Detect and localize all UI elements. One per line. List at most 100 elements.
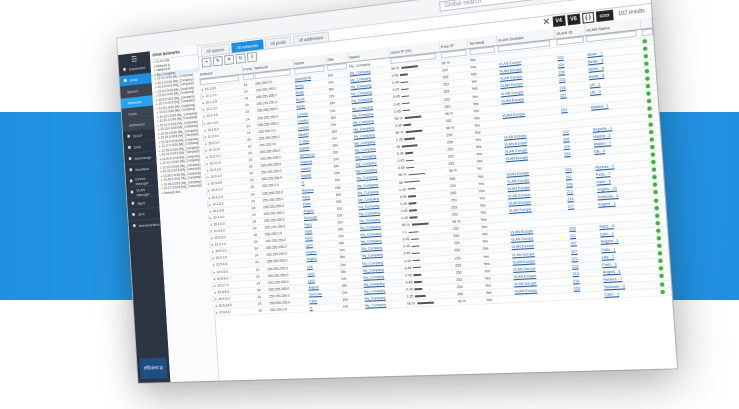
sidebar-item-label: Device Manager bbox=[135, 175, 149, 186]
used-text: 0.45 bbox=[405, 287, 414, 292]
edit-icon[interactable]: ✎ bbox=[212, 55, 223, 67]
sidebar-item-label: DNS bbox=[133, 144, 142, 150]
v4-toggle[interactable]: V4 bbox=[552, 14, 566, 27]
usage-bar bbox=[411, 237, 420, 240]
close-icon[interactable]: ✕ bbox=[542, 16, 551, 28]
usage-bar bbox=[412, 252, 421, 255]
space-cell[interactable]: My_Company bbox=[363, 300, 407, 310]
address-text: 10.3.3.0 bbox=[209, 167, 222, 173]
vlan-id-cell[interactable] bbox=[572, 291, 604, 301]
status-ok-icon bbox=[644, 61, 649, 66]
status-ok-icon bbox=[650, 152, 656, 157]
prefix-cell: 16 bbox=[257, 306, 270, 315]
used-text: 0.45 bbox=[394, 108, 402, 114]
filter-input[interactable] bbox=[327, 62, 348, 72]
usage-bar bbox=[411, 222, 429, 226]
status-ok-icon bbox=[643, 53, 649, 59]
spx-icon: ■ bbox=[131, 211, 136, 218]
address-text: 10.3.2.0 bbox=[209, 160, 221, 166]
address-text: 10.4.3.0 bbox=[212, 208, 225, 213]
used-text: 0.45 bbox=[405, 273, 413, 278]
filter-input[interactable] bbox=[641, 28, 653, 37]
usage-bar bbox=[401, 65, 418, 69]
status-ok-icon bbox=[659, 281, 665, 287]
address-text: 10.3.4.0 bbox=[210, 174, 222, 180]
status-ok-icon bbox=[646, 99, 652, 104]
usage-bar bbox=[408, 172, 425, 176]
vlan-domain-cell[interactable] bbox=[513, 292, 574, 303]
status-ok-icon bbox=[654, 205, 660, 211]
usage-bar bbox=[408, 202, 417, 205]
usage-bar bbox=[413, 273, 422, 276]
vlan-icon: ■ bbox=[130, 189, 134, 196]
status-ok-icon bbox=[650, 144, 655, 150]
usage-bar bbox=[406, 159, 414, 162]
used-text: 96 % bbox=[394, 115, 403, 121]
refresh-icon[interactable]: ↻ bbox=[235, 53, 246, 64]
usage-bar bbox=[401, 95, 410, 98]
add-icon[interactable]: + bbox=[201, 57, 212, 68]
v6-toggle[interactable]: V6 bbox=[566, 12, 581, 25]
status-ok-icon bbox=[658, 258, 663, 264]
usage-bar bbox=[404, 115, 421, 119]
used-text: 0.45 bbox=[400, 208, 408, 214]
used-text: 0.45 bbox=[393, 101, 401, 107]
address-text: 10.4.1.0 bbox=[211, 194, 224, 200]
status-ok-icon bbox=[645, 76, 650, 81]
status-ok-icon bbox=[652, 182, 658, 188]
used-text: 0.45 bbox=[399, 194, 407, 199]
main-panel: All spaces All networks All pools All addre… bbox=[197, 0, 677, 381]
usage-bar bbox=[405, 152, 414, 155]
used-text: 0.45 bbox=[393, 94, 401, 100]
used-text: 0.45 bbox=[399, 187, 407, 192]
sidebar-item-label: IPAM bbox=[129, 77, 138, 83]
used-text: 0.45 bbox=[404, 265, 412, 271]
usage-bar bbox=[400, 73, 409, 77]
address-text: 10.2.0.0 bbox=[207, 133, 220, 139]
sidebar-item-label: Networks bbox=[127, 99, 142, 106]
usage-bar bbox=[405, 129, 422, 133]
address-text: 10.1.6.0 bbox=[207, 126, 219, 132]
usage-bar bbox=[413, 266, 422, 269]
status-cell bbox=[659, 287, 672, 297]
status-ok-icon bbox=[648, 121, 654, 127]
used-text: 96 % bbox=[406, 301, 416, 307]
export-csv-icon[interactable]: ▭▭ bbox=[595, 9, 614, 22]
usage-bar bbox=[414, 288, 423, 291]
sidebar-item-label: Workflow bbox=[135, 166, 150, 173]
used-text: 96 bbox=[398, 180, 403, 185]
used-text: 1.35 bbox=[395, 137, 403, 143]
used-text: 96 % bbox=[398, 172, 407, 178]
address-text: 10.4.4.0 bbox=[212, 215, 225, 220]
address-text: 10.3.5.0 bbox=[210, 181, 223, 186]
usage-bar bbox=[409, 209, 418, 212]
address-text: 10.5.6.0 bbox=[216, 276, 229, 281]
used-text: 1.1 bbox=[402, 230, 408, 235]
address-text: 10.1.1.0 bbox=[205, 93, 217, 99]
vlan-name-cell[interactable]: Caen - 1 bbox=[603, 288, 660, 299]
filter-input[interactable] bbox=[243, 73, 254, 81]
name-cell[interactable]: IT bbox=[308, 303, 343, 312]
grid-icon: ■ bbox=[122, 66, 127, 73]
export-icon[interactable]: ⇩ bbox=[246, 51, 258, 63]
address-text: 10.3.0.0 bbox=[208, 147, 221, 153]
delete-icon[interactable]: ✕ bbox=[224, 54, 235, 66]
used-text: 0.45 bbox=[403, 251, 411, 257]
table-body: My_Company ▲ 10.1.0.0 16 255.255.0.0 admin20… bbox=[199, 28, 672, 317]
brand-logo: efficient ip bbox=[139, 357, 168, 380]
sidebar-item-label: Pools bbox=[128, 110, 137, 117]
status-ok-icon bbox=[660, 289, 666, 294]
usage-bar bbox=[404, 137, 416, 141]
admin-icon: ■ bbox=[132, 223, 136, 229]
sidebar-item[interactable]: ■ Administration bbox=[128, 218, 161, 233]
used-text: 96 % bbox=[401, 222, 410, 228]
usage-bar bbox=[411, 245, 420, 248]
address-text: 10.1.5.0 bbox=[206, 120, 219, 126]
status-ok-icon bbox=[651, 167, 657, 173]
results-count: 102 results bbox=[617, 7, 645, 17]
status-ok-icon bbox=[657, 243, 662, 249]
columns-icon[interactable]: { } bbox=[581, 11, 595, 24]
status-ok-icon bbox=[653, 190, 659, 195]
address-text: 10.5.7.0 bbox=[217, 282, 229, 288]
status-ok-icon bbox=[642, 45, 648, 51]
